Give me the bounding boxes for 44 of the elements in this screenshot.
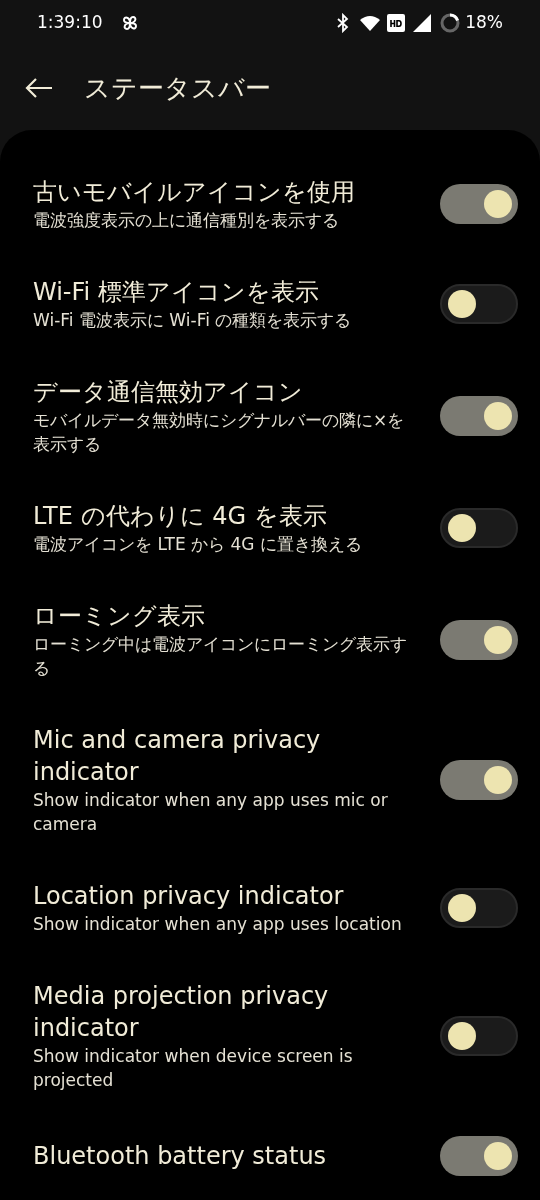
page-title: ステータスバー	[84, 71, 271, 105]
setting-title: Location privacy indicator	[33, 881, 345, 912]
setting-row[interactable]: データ通信無効アイコン モバイルデータ無効時にシグナルバーの隣に×を表示する	[0, 354, 540, 478]
setting-title: 古いモバイルアイコンを使用	[33, 177, 356, 208]
battery-ring-icon	[440, 13, 461, 33]
setting-row[interactable]: ローミング表示 ローミング中は電波アイコンにローミング表示する	[0, 578, 540, 702]
hd-icon	[387, 14, 406, 32]
setting-description: 電波アイコンを LTE から 4G に置き換える	[33, 533, 363, 556]
toggle-switch[interactable]	[440, 396, 518, 436]
setting-title: Wi-Fi 標準アイコンを表示	[33, 277, 320, 308]
setting-row[interactable]: Wi-Fi 標準アイコンを表示 Wi-Fi 電波表示に Wi-Fi の種類を表示する	[0, 254, 540, 354]
setting-row[interactable]: Location privacy indicator Show indicator when any app uses location	[0, 858, 540, 958]
setting-row[interactable]: LTE の代わりに 4G を表示 電波アイコンを LTE から 4G に置き換える	[0, 478, 540, 578]
status-time: 1:39:10	[37, 11, 103, 35]
signal-icon	[413, 14, 432, 32]
setting-row[interactable]: Media projection privacy indicator Show indicator when device screen is projected	[0, 958, 540, 1114]
toggle-switch[interactable]	[440, 184, 518, 224]
setting-description: Show indicator when any app uses mic or camera	[33, 789, 389, 836]
toggle-switch[interactable]	[440, 760, 518, 800]
setting-title: データ通信無効アイコン	[33, 377, 304, 408]
toggle-switch[interactable]	[440, 888, 518, 928]
setting-title: Bluetooth battery status	[33, 1141, 328, 1172]
toggle-switch[interactable]	[440, 620, 518, 660]
bluetooth-icon	[336, 13, 351, 33]
battery-percent: 18%	[465, 11, 503, 35]
setting-description: モバイルデータ無効時にシグナルバーの隣に×を表示する	[33, 409, 406, 456]
setting-title: LTE の代わりに 4G を表示	[33, 501, 328, 532]
setting-title: Mic and camera privacy indicator	[33, 725, 322, 788]
toggle-switch[interactable]	[440, 1016, 518, 1056]
setting-title: Media projection privacy indicator	[33, 981, 330, 1044]
setting-description: ローミング中は電波アイコンにローミング表示する	[33, 633, 408, 680]
wifi-icon	[360, 15, 381, 31]
setting-description: 電波強度表示の上に通信種別を表示する	[33, 209, 340, 232]
toggle-switch[interactable]	[440, 1136, 518, 1176]
setting-row[interactable]: 古いモバイルアイコンを使用 電波強度表示の上に通信種別を表示する	[0, 154, 540, 254]
setting-title: ローミング表示	[33, 601, 206, 632]
setting-description: Wi-Fi 電波表示に Wi-Fi の種類を表示する	[33, 309, 353, 332]
back-arrow-icon[interactable]	[24, 76, 54, 100]
setting-row[interactable]: Mic and camera privacy indicator Show indicator when any app uses mic or camera	[0, 702, 540, 858]
setting-description: Show indicator when any app uses location	[33, 913, 403, 936]
setting-row[interactable]: Bluetooth battery status	[0, 1114, 540, 1198]
toggle-switch[interactable]	[440, 284, 518, 324]
setting-description: Show indicator when device screen is projected	[33, 1045, 354, 1092]
toggle-switch[interactable]	[440, 508, 518, 548]
